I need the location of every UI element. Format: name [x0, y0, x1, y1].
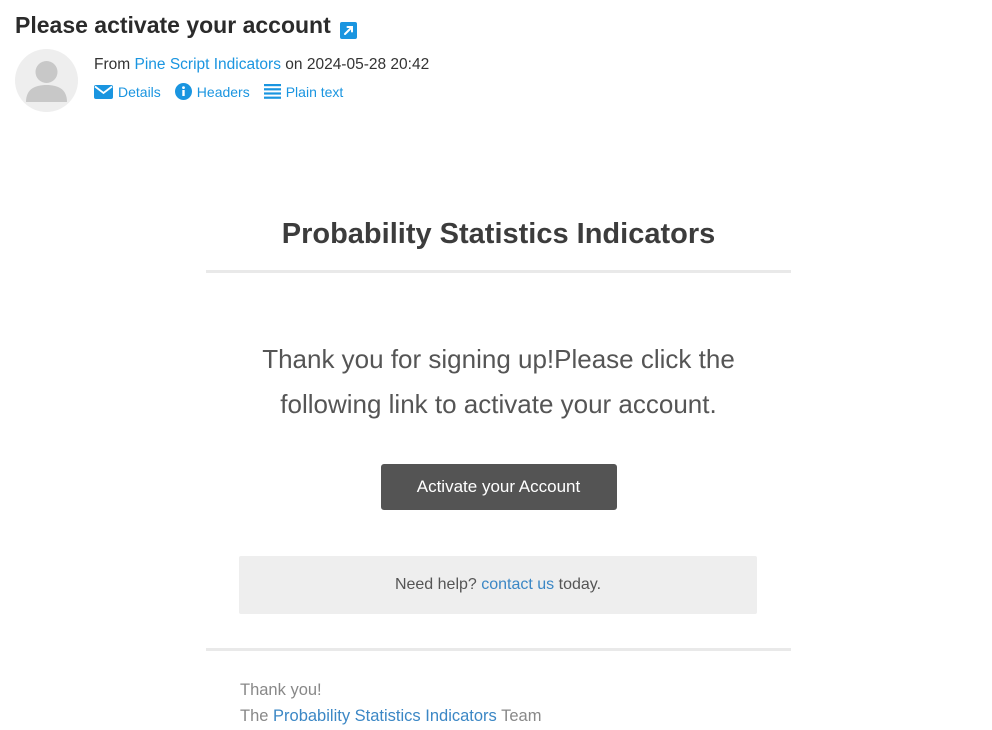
plain-text-button[interactable]: Plain text — [263, 83, 344, 100]
details-label: Details — [118, 83, 161, 100]
activation-message: Thank you for signing up!Please click th… — [206, 337, 791, 427]
plain-text-label: Plain text — [285, 83, 344, 100]
info-icon — [174, 83, 192, 100]
cta-wrapper: Activate your Account — [206, 464, 791, 510]
message-line-1: Thank you for signing up!Please click th… — [262, 344, 735, 374]
email-subject: Please activate your account — [15, 12, 357, 39]
signoff: Thank you! The Probability Statistics In… — [240, 677, 791, 729]
from-label: From — [94, 56, 131, 73]
on-label: on — [285, 56, 303, 73]
top-divider — [206, 270, 791, 273]
headers-label: Headers — [196, 83, 250, 100]
brand-heading: Probability Statistics Indicators — [281, 218, 716, 250]
help-box: Need help? contact us today. — [239, 556, 757, 614]
message-line-2: following link to activate your account. — [280, 389, 717, 419]
avatar-person-icon — [26, 61, 67, 102]
open-external-icon[interactable] — [339, 18, 357, 39]
headers-button[interactable]: Headers — [174, 83, 250, 100]
contact-us-link[interactable]: contact us — [481, 576, 554, 593]
from-line: From Pine Script Indicators on 2024-05-2… — [94, 56, 429, 74]
envelope-icon — [94, 84, 113, 99]
details-button[interactable]: Details — [94, 83, 161, 100]
team-prefix: The — [240, 707, 269, 725]
activate-account-button[interactable]: Activate your Account — [380, 464, 617, 510]
email-body: Probability Statistics Indicators Thank … — [206, 200, 791, 729]
message-actions: Details Headers Plain text — [94, 83, 343, 100]
bottom-divider — [206, 648, 791, 651]
team-line: The Probability Statistics Indicators Te… — [240, 703, 791, 729]
thanks-text: Thank you! — [240, 681, 322, 699]
lines-icon — [263, 84, 281, 99]
sent-date: 2024-05-28 20:42 — [306, 56, 430, 73]
sender-link[interactable]: Pine Script Indicators — [134, 56, 280, 73]
team-name-link[interactable]: Probability Statistics Indicators — [273, 707, 497, 725]
help-prefix: Need help? — [394, 576, 477, 593]
subject-text: Please activate your account — [15, 12, 331, 38]
help-suffix: today. — [558, 576, 602, 593]
team-suffix: Team — [501, 707, 542, 725]
sender-avatar — [15, 49, 78, 112]
